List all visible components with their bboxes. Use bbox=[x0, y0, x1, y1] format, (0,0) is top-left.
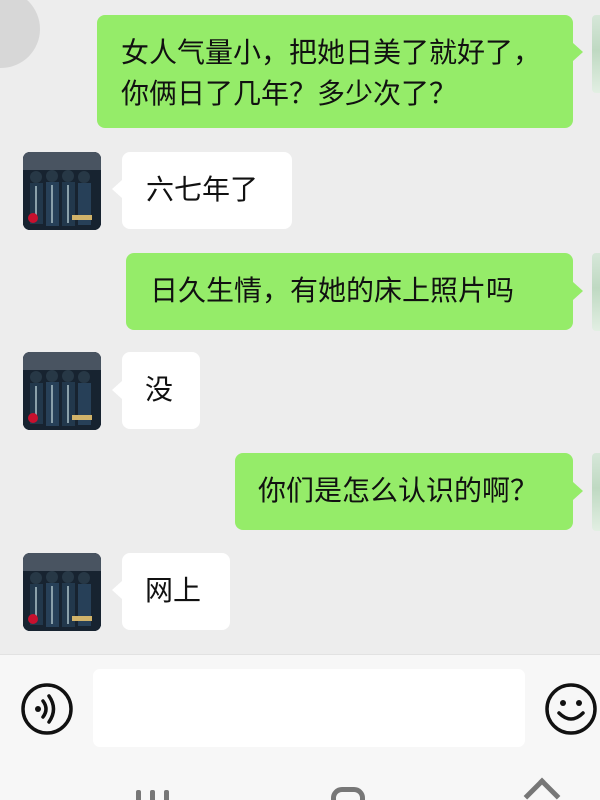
bubble-tail bbox=[573, 282, 583, 300]
message-bubble-incoming[interactable]: 没 bbox=[122, 352, 200, 429]
message-bubble-outgoing[interactable]: 日久生情，有她的床上照片吗 bbox=[126, 253, 573, 330]
message-line: 没 bbox=[145, 373, 174, 406]
message-line: 女人气量小，把她日美了就好了， bbox=[121, 36, 542, 69]
contact-avatar[interactable] bbox=[23, 352, 101, 430]
contact-avatar[interactable] bbox=[23, 152, 101, 230]
message-line: 你们是怎么认识的啊？ bbox=[258, 474, 539, 507]
emoji-icon bbox=[545, 683, 597, 735]
soldier-avatar-icon bbox=[23, 152, 101, 230]
message-bubble-incoming[interactable]: 六七年了 bbox=[122, 152, 292, 229]
message-bubble-incoming[interactable]: 网上 bbox=[122, 553, 230, 630]
home-button[interactable] bbox=[331, 787, 365, 800]
message-bubble-outgoing[interactable]: 女人气量小，把她日美了就好了， 你俩日了几年？多少次了？ bbox=[97, 15, 573, 128]
recents-icon bbox=[164, 790, 169, 800]
self-avatar-edge[interactable] bbox=[592, 453, 600, 531]
chat-message-list[interactable]: 女人气量小，把她日美了就好了， 你俩日了几年？多少次了？ 六七年了 日久生情，有… bbox=[0, 0, 600, 654]
voice-input-button[interactable] bbox=[20, 682, 74, 736]
self-avatar-edge[interactable] bbox=[592, 253, 600, 331]
bubble-tail bbox=[112, 381, 122, 399]
message-text-input[interactable] bbox=[93, 669, 525, 747]
message-bubble-outgoing[interactable]: 你们是怎么认识的啊？ bbox=[235, 453, 573, 530]
bubble-tail bbox=[112, 581, 122, 599]
bubble-tail bbox=[573, 43, 583, 61]
recents-icon bbox=[150, 790, 155, 800]
recents-button[interactable] bbox=[136, 790, 170, 800]
recents-icon bbox=[136, 790, 141, 800]
message-line: 你俩日了几年？多少次了？ bbox=[121, 77, 458, 110]
emoji-button[interactable] bbox=[544, 682, 598, 736]
chat-screen: 女人气量小，把她日美了就好了， 你俩日了几年？多少次了？ 六七年了 日久生情，有… bbox=[0, 0, 600, 800]
voice-icon bbox=[21, 683, 73, 735]
contact-avatar[interactable] bbox=[23, 553, 101, 631]
message-line: 日久生情，有她的床上照片吗 bbox=[150, 274, 515, 307]
message-line: 网上 bbox=[145, 574, 202, 607]
message-input-bar bbox=[0, 654, 600, 763]
soldier-avatar-icon bbox=[23, 553, 101, 631]
bubble-tail bbox=[573, 482, 583, 500]
message-line: 六七年了 bbox=[146, 173, 259, 206]
bubble-tail bbox=[112, 180, 122, 198]
self-avatar-edge[interactable] bbox=[592, 15, 600, 93]
soldier-avatar-icon bbox=[23, 352, 101, 430]
system-navigation-bar bbox=[0, 762, 600, 800]
partial-avatar-shape bbox=[0, 0, 40, 68]
